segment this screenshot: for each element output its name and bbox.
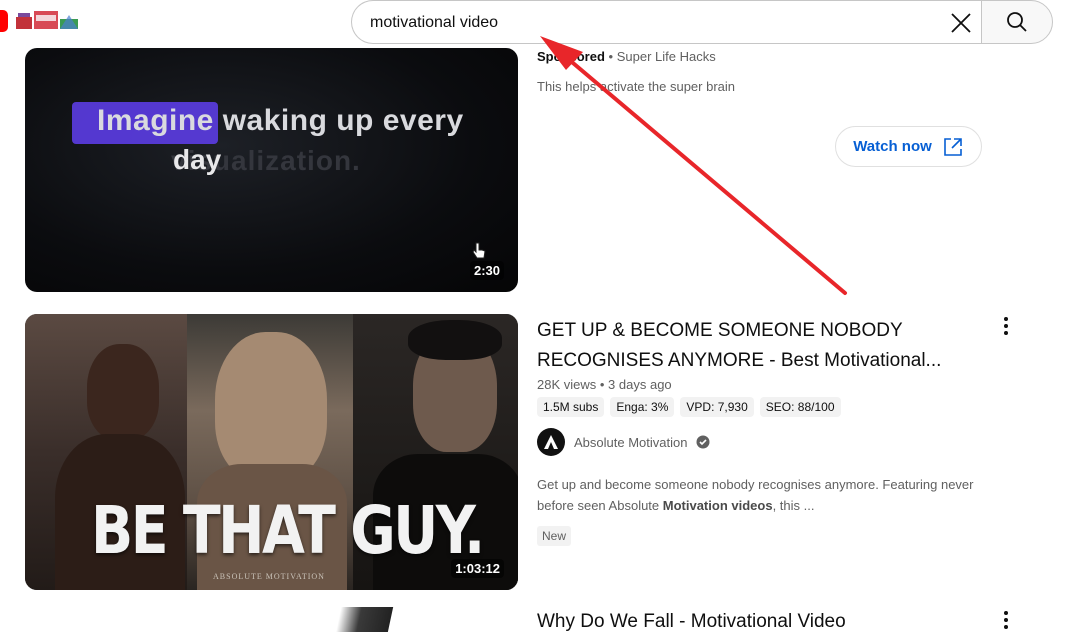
hand-cursor-icon (472, 242, 486, 259)
stat-badge: VPD: 7,930 (680, 397, 754, 417)
video-duration: 2:30 (469, 261, 504, 280)
watch-now-label: Watch now (853, 138, 932, 155)
video-title[interactable]: Why Do We Fall - Motivational Video (537, 611, 846, 632)
description-end: , this ... (772, 498, 815, 513)
masthead (0, 0, 1080, 48)
separator: • (599, 377, 609, 392)
external-link-icon (943, 137, 962, 156)
more-vert-icon (1004, 317, 1008, 335)
video-duration: 1:03:12 (451, 559, 504, 578)
video-thumbnail[interactable]: BE THAT GUY. ABSOLUTE MOTIVATION 1:03:12 (25, 314, 518, 590)
new-badge: New (537, 526, 572, 546)
separator: • (608, 49, 617, 64)
youtube-search-results: visualization. Imagine waking up every d… (0, 0, 1080, 632)
more-options-button[interactable] (996, 314, 1016, 338)
channel-avatar[interactable] (537, 428, 565, 456)
stat-badge: Enga: 3% (610, 397, 675, 417)
ad-description: This helps activate the super brain (537, 79, 735, 94)
channel-logo-icon (544, 435, 558, 449)
watch-now-button[interactable]: Watch now (835, 126, 982, 167)
thumbnail-headline-line2: day (173, 144, 222, 175)
youtube-logo-icon[interactable] (0, 10, 8, 32)
channel-name[interactable]: Absolute Motivation (574, 435, 687, 450)
sponsored-label: Sponsored (537, 49, 605, 64)
more-vert-icon (1004, 611, 1008, 629)
upload-age: 3 days ago (608, 377, 672, 392)
stat-badge: 1.5M subs (537, 397, 605, 417)
description-highlight: Motivation videos (662, 498, 773, 513)
clear-search-button[interactable] (942, 8, 980, 38)
search-input[interactable] (370, 10, 930, 36)
verified-icon (696, 435, 710, 449)
view-count: 28K views (537, 377, 597, 392)
advertiser-name[interactable]: Super Life Hacks (617, 49, 716, 64)
search-button[interactable] (981, 0, 1053, 44)
channel-info[interactable]: Absolute Motivation (537, 428, 710, 456)
video-thumbnail-next[interactable] (334, 607, 394, 632)
thumbnail-watermark: ABSOLUTE MOTIVATION (213, 572, 325, 581)
thumbnail-caption: BE THAT GUY. (91, 492, 485, 569)
more-options-button[interactable] (996, 608, 1016, 632)
ad-thumbnail[interactable]: visualization. Imagine waking up every d… (25, 48, 518, 292)
thumbnail-headline: Imagine waking up every (97, 104, 464, 137)
extension-icons[interactable] (14, 7, 80, 33)
video-metadata: 28K views • 3 days ago (537, 377, 672, 392)
close-icon (951, 13, 971, 33)
sponsored-line: Sponsored • Super Life Hacks (537, 49, 716, 64)
stat-badge: SEO: 88/100 (759, 397, 841, 417)
video-description: Get up and become someone nobody recogni… (537, 474, 1012, 516)
extension-stats: 1.5M subs Enga: 3% VPD: 7,930 SEO: 88/10… (537, 397, 841, 417)
video-title[interactable]: GET UP & BECOME SOMEONE NOBODY RECOGNISE… (537, 316, 987, 376)
search-box (351, 0, 981, 44)
search-icon (1007, 12, 1027, 32)
